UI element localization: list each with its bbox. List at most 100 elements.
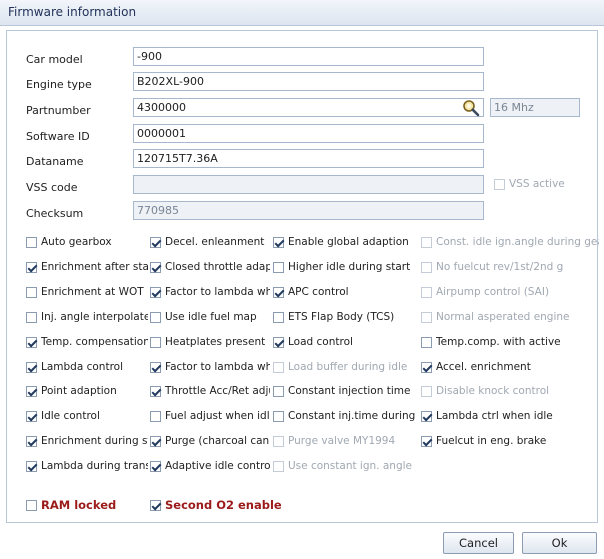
second-o2-enable-box [150,499,161,511]
option-checkbox[interactable]: Lambda during transition [26,458,148,474]
option-checkbox-label: Factor to lambda when [165,361,270,373]
option-checkbox-box [273,336,284,348]
option-checkbox-label: Const. idle ign.angle during gear 1,2 [436,236,599,248]
second-o2-enable-checkbox[interactable]: Second O2 enable [150,497,282,513]
option-checkbox-label: Factor to lambda when [165,286,270,298]
option-checkbox[interactable]: Fuelcut in eng. brake [421,433,599,449]
option-checkbox[interactable]: Higher idle during start [273,259,418,275]
option-checkbox[interactable]: Heatplates present [150,334,270,350]
option-checkbox[interactable]: Purge (charcoal can) [150,433,270,449]
option-checkbox[interactable]: APC control [273,284,418,300]
option-checkbox-box [421,410,432,422]
option-checkbox-box [150,286,161,298]
option-checkbox-label: Constant injection time [288,385,411,397]
checksum-input: 770985 [133,201,484,220]
option-checkbox[interactable]: Use idle fuel map [150,309,270,325]
option-checkbox: Normal asperated engine [421,309,599,325]
option-checkbox[interactable]: Auto gearbox [26,234,148,250]
option-checkbox: Load buffer during idle [273,359,418,375]
cancel-button[interactable]: Cancel [443,532,514,554]
option-checkbox-label: Temp. compensation [41,336,148,348]
option-checkbox[interactable]: Constant injection time [273,383,418,399]
option-checkbox[interactable]: Temp. compensation [26,334,148,350]
dataname-label: Dataname [26,155,84,168]
option-checkbox[interactable]: Lambda ctrl when idle [421,408,599,424]
engine-type-input[interactable]: B202XL-900 [133,72,484,91]
option-checkbox[interactable]: Point adaption [26,383,148,399]
option-checkbox[interactable]: Adaptive idle control [150,458,270,474]
option-checkbox-box [150,460,161,472]
window-title: Firmware information [0,0,604,26]
option-checkbox[interactable]: Temp.comp. with active [421,334,599,350]
option-checkbox[interactable]: Load control [273,334,418,350]
option-checkbox-label: ETS Flap Body (TCS) [288,311,395,323]
option-checkbox-box [150,311,161,323]
option-checkbox-label: Closed throttle adapt. [165,261,270,273]
option-checkbox-label: Fuel adjust when idle [165,410,270,422]
option-checkbox: Disable knock control [421,383,599,399]
option-checkbox-label: Idle control [41,410,100,422]
option-checkbox-label: Temp.comp. with active [436,336,561,348]
option-checkbox-label: Purge (charcoal can) [165,435,270,447]
option-checkbox-label: Purge valve MY1994 [288,435,396,447]
option-checkbox[interactable]: Enrichment after start [26,259,148,275]
partnumber-label: Partnumber [26,104,91,117]
option-checkbox-box [273,286,284,298]
option-checkbox[interactable]: Inj. angle interpolated [26,309,148,325]
option-checkbox-box [150,435,161,447]
car-model-input[interactable]: -900 [133,47,484,66]
option-checkbox[interactable]: Decel. enleanment [150,234,270,250]
option-checkbox-box [273,261,284,273]
option-checkbox-box [150,336,161,348]
option-checkbox[interactable]: Enrichment at WOT [26,284,148,300]
option-checkbox[interactable]: Factor to lambda when [150,284,270,300]
vss-active-label: VSS active [509,178,565,190]
option-checkbox-box [26,361,37,373]
ram-locked-label: RAM locked [41,498,117,512]
option-checkbox-box [26,236,37,248]
option-checkbox-box [421,261,432,273]
option-checkbox-box [421,361,432,373]
option-checkbox-label: Load buffer during idle [288,361,408,373]
option-checkbox[interactable]: Closed throttle adapt. [150,259,270,275]
option-checkbox[interactable]: Accel. enrichment [421,359,599,375]
ram-locked-checkbox[interactable]: RAM locked [26,497,116,513]
option-checkbox-label: No fuelcut rev/1st/2nd g [436,261,564,273]
option-checkbox-label: Decel. enleanment [165,236,265,248]
option-checkbox-box [421,435,432,447]
option-checkbox[interactable]: Fuel adjust when idle [150,408,270,424]
option-checkbox-box [273,236,284,248]
option-checkbox-box [26,410,37,422]
option-checkbox-box [421,236,432,248]
option-checkbox[interactable]: Idle control [26,408,148,424]
partnumber-input[interactable]: 4300000 [133,98,484,117]
search-icon[interactable] [460,98,482,118]
ok-button[interactable]: Ok [522,532,597,554]
option-checkbox-box [273,460,284,472]
option-checkbox-box [150,385,161,397]
option-checkbox[interactable]: Enable global adaption [273,234,418,250]
option-checkbox[interactable]: Constant inj.time during idle [273,408,418,424]
vss-active-checkbox[interactable]: VSS active [494,176,565,192]
option-checkbox-box [26,286,37,298]
option-checkbox[interactable]: Lambda control [26,359,148,375]
option-checkbox[interactable]: Factor to lambda when [150,359,270,375]
car-model-label: Car model [26,53,83,66]
option-checkbox-label: Airpump control (SAI) [436,286,550,298]
checksum-label: Checksum [26,207,84,220]
software-id-input[interactable]: 0000001 [133,124,484,143]
option-checkbox-label: Constant inj.time during idle [288,410,418,422]
option-checkbox-label: Lambda during transition [41,460,148,472]
option-checkbox[interactable]: Enrichment during start [26,433,148,449]
option-checkbox-box [273,435,284,447]
option-checkbox-label: Throttle Acc/Ret adjust [165,385,270,397]
option-checkbox: No fuelcut rev/1st/2nd g [421,259,599,275]
vss-code-input [133,175,484,194]
speed-field: 16 Mhz [490,98,580,117]
dataname-input[interactable]: 120715T7.36A [133,149,484,168]
option-checkbox-label: Heatplates present [165,336,266,348]
option-checkbox: Airpump control (SAI) [421,284,599,300]
option-checkbox-label: Enrichment during start [41,435,148,447]
option-checkbox[interactable]: ETS Flap Body (TCS) [273,309,418,325]
option-checkbox[interactable]: Throttle Acc/Ret adjust [150,383,270,399]
